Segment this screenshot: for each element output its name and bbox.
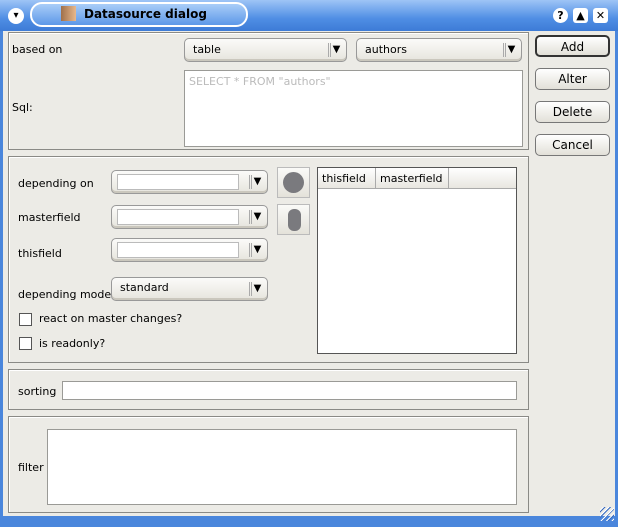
- masterfield-label: masterfield: [18, 211, 81, 224]
- add-button[interactable]: Add: [535, 35, 610, 57]
- depending-mode-value: standard: [120, 281, 169, 294]
- sorting-input[interactable]: [62, 381, 517, 400]
- dropdown-arrow-icon: ▼: [249, 175, 263, 189]
- depending-on-label: depending on: [18, 177, 94, 190]
- link-button[interactable]: [277, 167, 310, 198]
- column-header-masterfield[interactable]: masterfield: [376, 168, 449, 188]
- readonly-checkbox[interactable]: [19, 337, 32, 350]
- pill-icon: [288, 209, 301, 231]
- column-header-thisfield[interactable]: thisfield: [318, 168, 376, 188]
- source-name-value: authors: [365, 43, 407, 56]
- dropdown-arrow-icon: ▼: [503, 43, 517, 57]
- maximize-button[interactable]: ▲: [573, 8, 588, 23]
- window-menu-button[interactable]: ▾: [8, 8, 24, 24]
- thisfield-select[interactable]: ▼: [111, 238, 268, 262]
- sql-label: Sql:: [12, 101, 33, 114]
- depending-on-select[interactable]: ▼: [111, 170, 268, 194]
- react-label: react on master changes?: [39, 312, 183, 325]
- masterfield-field[interactable]: [117, 209, 239, 225]
- dropdown-arrow-icon: ▼: [249, 282, 263, 296]
- close-button[interactable]: ✕: [593, 8, 608, 23]
- depending-mode-select[interactable]: standard ▼: [111, 277, 268, 301]
- dropdown-arrow-icon: ▼: [249, 210, 263, 224]
- field-mapping-table[interactable]: thisfield masterfield: [317, 167, 517, 354]
- filter-label: filter: [18, 461, 44, 474]
- dropdown-arrow-icon: ▼: [249, 243, 263, 257]
- react-checkbox[interactable]: [19, 313, 32, 326]
- title-bar[interactable]: ▾ Datasource dialog ? ▲ ✕: [0, 0, 618, 31]
- thisfield-field[interactable]: [117, 242, 239, 258]
- filter-textarea[interactable]: [47, 429, 517, 505]
- source-type-select[interactable]: table ▼: [184, 38, 347, 62]
- source-type-value: table: [193, 43, 221, 56]
- help-button[interactable]: ?: [553, 8, 568, 23]
- circle-icon: [283, 172, 304, 193]
- table-header: thisfield masterfield: [318, 168, 516, 189]
- delete-button[interactable]: Delete: [535, 101, 610, 123]
- window-title: Datasource dialog: [84, 7, 207, 21]
- depending-mode-label: depending mode: [18, 288, 112, 301]
- cancel-button[interactable]: Cancel: [535, 134, 610, 156]
- masterfield-select[interactable]: ▼: [111, 205, 268, 229]
- readonly-label: is readonly?: [39, 337, 106, 350]
- app-icon: [61, 6, 76, 21]
- sorting-label: sorting: [18, 385, 57, 398]
- alter-button[interactable]: Alter: [535, 68, 610, 90]
- dropdown-arrow-icon: ▼: [328, 43, 342, 57]
- based-on-label: based on: [12, 43, 63, 56]
- depending-on-field[interactable]: [117, 174, 239, 190]
- sql-textarea[interactable]: SELECT * FROM "authors": [184, 70, 523, 147]
- unlink-button[interactable]: [277, 204, 310, 235]
- resize-grip-icon[interactable]: [600, 507, 614, 521]
- bottom-border: [0, 516, 618, 527]
- thisfield-label: thisfield: [18, 247, 62, 260]
- source-name-select[interactable]: authors ▼: [356, 38, 522, 62]
